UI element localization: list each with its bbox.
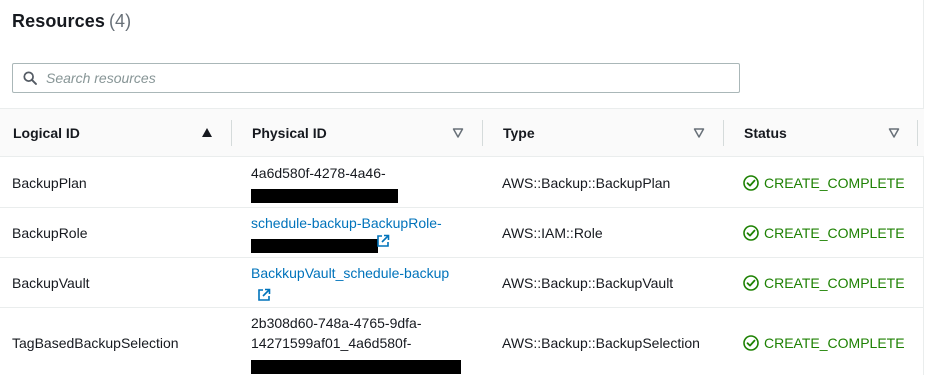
table-row: BackupRole schedule-backup-BackupRole- A… (0, 208, 924, 258)
type-cell: AWS::Backup::BackupPlan (502, 175, 671, 191)
table-row: BackupPlan 4a6d580f-4278-4a46- AWS::Back… (0, 158, 924, 208)
sort-ascending-icon[interactable] (201, 127, 213, 139)
type-cell: AWS::IAM::Role (502, 225, 603, 241)
column-header-label: Type (503, 125, 535, 141)
logical-id-cell: BackupRole (12, 225, 88, 241)
resources-panel: Resources(4) Logical ID Physical ID Type (0, 0, 924, 375)
logical-id-cell: BackupVault (12, 275, 90, 291)
column-header-label: Logical ID (13, 125, 80, 141)
check-circle-icon (743, 225, 759, 241)
status-text: CREATE_COMPLETE (764, 335, 905, 351)
logical-id-cell: TagBasedBackupSelection (12, 335, 179, 351)
search-icon (23, 71, 37, 85)
status-text: CREATE_COMPLETE (764, 275, 905, 291)
physical-id-link[interactable]: BackkupVault_schedule-backup (251, 265, 449, 281)
column-header-label: Physical ID (252, 125, 327, 141)
sort-caret-down-icon[interactable] (693, 127, 705, 139)
column-resizer[interactable] (723, 120, 724, 146)
column-header-status[interactable]: Status (744, 109, 909, 157)
column-header-label: Status (744, 125, 787, 141)
physical-id-redacted (251, 233, 442, 253)
column-header-physical-id[interactable]: Physical ID (252, 109, 467, 157)
table-header: Logical ID Physical ID Type Status (0, 109, 924, 157)
logical-id-cell: BackupPlan (12, 175, 87, 191)
physical-id-text: 4a6d580f-4278-4a46- (251, 165, 386, 181)
external-link-icon[interactable] (376, 234, 390, 248)
table-row: TagBasedBackupSelection 2b308d60-748a-47… (0, 308, 924, 375)
column-header-type[interactable]: Type (503, 109, 708, 157)
status-cell: CREATE_COMPLETE (743, 333, 913, 353)
resource-count: (4) (108, 11, 132, 31)
sort-caret-down-icon[interactable] (452, 127, 464, 139)
panel-header: Resources (4) (12, 11, 131, 32)
status-cell: CREATE_COMPLETE (743, 273, 913, 293)
external-link-icon[interactable] (257, 288, 271, 302)
column-header-logical-id[interactable]: Logical ID (13, 109, 218, 157)
column-resizer[interactable] (482, 120, 483, 146)
panel-title: Resources (12, 11, 105, 31)
search-input[interactable] (46, 68, 726, 88)
column-resizer[interactable] (917, 120, 918, 146)
search-box[interactable] (12, 63, 740, 93)
physical-id-text: 2b308d60-748a-4765-9dfa- (251, 315, 422, 331)
physical-id-redacted (251, 353, 461, 374)
check-circle-icon (743, 275, 759, 291)
status-cell: CREATE_COMPLETE (743, 173, 913, 193)
check-circle-icon (743, 175, 759, 191)
status-cell: CREATE_COMPLETE (743, 223, 913, 243)
table-row: BackupVault BackkupVault_schedule-backup… (0, 258, 924, 308)
status-text: CREATE_COMPLETE (764, 175, 905, 191)
physical-id-cell: 4a6d580f-4278-4a46- (251, 163, 398, 203)
physical-id-link[interactable]: schedule-backup-BackupRole- (251, 215, 442, 231)
physical-id-cell: BackkupVault_schedule-backup (251, 263, 449, 303)
status-text: CREATE_COMPLETE (764, 225, 905, 241)
check-circle-icon (743, 335, 759, 351)
physical-id-cell: schedule-backup-BackupRole- (251, 213, 442, 253)
physical-id-text: 14271599af01_4a6d580f- (251, 335, 412, 351)
physical-id-cell: 2b308d60-748a-4765-9dfa- 14271599af01_4a… (251, 313, 461, 374)
column-resizer[interactable] (231, 120, 232, 146)
type-cell: AWS::Backup::BackupSelection (502, 335, 700, 351)
physical-id-redacted (251, 183, 398, 203)
sort-caret-down-icon[interactable] (888, 127, 900, 139)
type-cell: AWS::Backup::BackupVault (502, 275, 674, 291)
